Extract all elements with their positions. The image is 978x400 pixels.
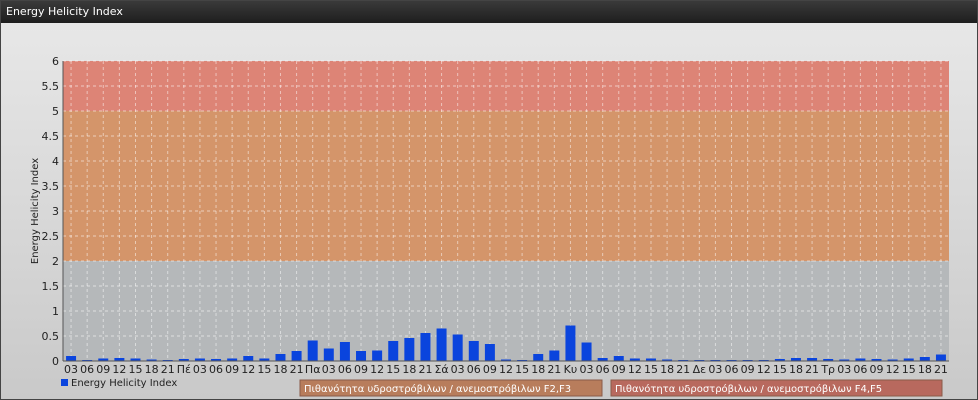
y-tick-label: 4 <box>52 155 59 168</box>
x-tick-label: 03 <box>322 363 336 376</box>
bar-17[interactable] <box>339 342 350 361</box>
legend-swatch <box>61 379 68 386</box>
x-tick-label: 09 <box>354 363 368 376</box>
x-tick-label: 15 <box>386 363 400 376</box>
bar-25[interactable] <box>468 341 479 361</box>
x-tick-label: 12 <box>112 363 126 376</box>
x-tick-label: 09 <box>741 363 755 376</box>
x-tick-label: 12 <box>886 363 900 376</box>
bar-22[interactable] <box>420 333 431 361</box>
x-tick-label: 15 <box>128 363 142 376</box>
x-tick-label: Δε <box>693 363 707 376</box>
x-tick-label: 15 <box>773 363 787 376</box>
x-tick-label: 06 <box>209 363 223 376</box>
bar-0[interactable] <box>66 356 77 361</box>
x-tick-label: 18 <box>918 363 932 376</box>
bar-20[interactable] <box>388 341 399 361</box>
legend-label: Energy Helicity Index <box>71 378 177 389</box>
bar-13[interactable] <box>275 354 286 361</box>
x-tick-label: 18 <box>273 363 287 376</box>
x-tick-label: 09 <box>225 363 239 376</box>
y-tick-label: 1.5 <box>42 280 60 293</box>
x-tick-label: 12 <box>370 363 384 376</box>
x-tick-label: 09 <box>483 363 497 376</box>
x-tick-label: 21 <box>934 363 948 376</box>
x-tick-label: 18 <box>660 363 674 376</box>
x-tick-label: 15 <box>515 363 529 376</box>
y-tick-label: 1 <box>52 305 59 318</box>
y-tick-label: 3.5 <box>42 180 60 193</box>
x-tick-label: Πα <box>305 363 321 376</box>
x-tick-label: 06 <box>725 363 739 376</box>
x-tick-label: 12 <box>628 363 642 376</box>
bar-16[interactable] <box>323 348 334 362</box>
bar-21[interactable] <box>404 338 415 361</box>
chart-panel: Energy Helicity Index 0 0.5 1 1.5 2 2.5 3 3.5 4 4… <box>0 0 978 400</box>
x-tick-label: Κυ <box>564 363 578 376</box>
x-tick-label: 03 <box>193 363 207 376</box>
y-tick-label: 4.5 <box>42 130 60 143</box>
y-tick-label: 3 <box>52 205 59 218</box>
y-tick-label: 0.5 <box>42 330 60 343</box>
x-tick-label: 18 <box>531 363 545 376</box>
x-tick-label: 06 <box>467 363 481 376</box>
bar-11[interactable] <box>243 356 254 361</box>
x-tick-label: 09 <box>96 363 110 376</box>
x-tick-label: 12 <box>241 363 255 376</box>
x-tick-label: 06 <box>596 363 610 376</box>
x-tick-label: Σά <box>434 363 448 376</box>
x-tick-label: 21 <box>805 363 819 376</box>
x-tick-label: 06 <box>80 363 94 376</box>
bar-53[interactable] <box>919 357 930 361</box>
x-tick-label: 15 <box>257 363 271 376</box>
x-tick-label: 03 <box>837 363 851 376</box>
x-tick-label: 18 <box>145 363 159 376</box>
x-tick-label: 18 <box>789 363 803 376</box>
bar-23[interactable] <box>436 328 447 362</box>
x-tick-label: 03 <box>64 363 78 376</box>
bar-19[interactable] <box>372 350 383 362</box>
zone-label-1: Πιθανότητα υδροστρόβιλων / ανεμοστρόβιλω… <box>615 383 882 395</box>
x-tick-label: 21 <box>418 363 432 376</box>
x-tick-label: 15 <box>902 363 916 376</box>
y-tick-label: 0 <box>52 355 59 368</box>
x-tick-label: 03 <box>708 363 722 376</box>
bar-29[interactable] <box>533 354 544 361</box>
bar-18[interactable] <box>356 351 367 361</box>
bar-30[interactable] <box>549 350 560 362</box>
y-tick-label: 5 <box>52 105 59 118</box>
energy-helicity-chart: 00.511.522.533.544.555.5603 06 09 12 15 18 21 Π… <box>30 55 949 397</box>
bar-14[interactable] <box>291 351 302 361</box>
bar-32[interactable] <box>581 342 592 362</box>
x-tick-label: 21 <box>161 363 175 376</box>
x-tick-label: 21 <box>547 363 561 376</box>
x-tick-label: 12 <box>499 363 513 376</box>
x-tick-label: 06 <box>853 363 867 376</box>
bar-15[interactable] <box>307 340 318 362</box>
x-tick-label: 12 <box>757 363 771 376</box>
y-tick-label: 2 <box>52 255 59 268</box>
y-axis-label: Energy Helicity Index <box>30 158 41 264</box>
x-tick-label: 09 <box>870 363 884 376</box>
x-tick-label: 03 <box>451 363 465 376</box>
bar-26[interactable] <box>484 344 495 361</box>
x-tick-label: 15 <box>644 363 658 376</box>
x-tick-label: 06 <box>338 363 352 376</box>
x-tick-label: 21 <box>676 363 690 376</box>
zone-label-0: Πιθανότητα υδροστρόβιλων / ανεμοστρόβιλω… <box>304 383 571 395</box>
bar-34[interactable] <box>613 356 624 361</box>
y-tick-label: 2.5 <box>42 230 60 243</box>
bar-24[interactable] <box>452 334 463 362</box>
x-tick-label: 21 <box>290 363 304 376</box>
y-tick-label: 5.5 <box>42 80 60 93</box>
x-tick-label: 03 <box>580 363 594 376</box>
y-tick-label: 6 <box>52 55 59 68</box>
x-tick-label: 18 <box>402 363 416 376</box>
bar-31[interactable] <box>565 325 576 362</box>
bar-54[interactable] <box>935 354 946 362</box>
x-tick-label: Τρ <box>820 363 835 376</box>
x-tick-label: 09 <box>612 363 626 376</box>
x-tick-label: Πέ <box>177 363 191 376</box>
